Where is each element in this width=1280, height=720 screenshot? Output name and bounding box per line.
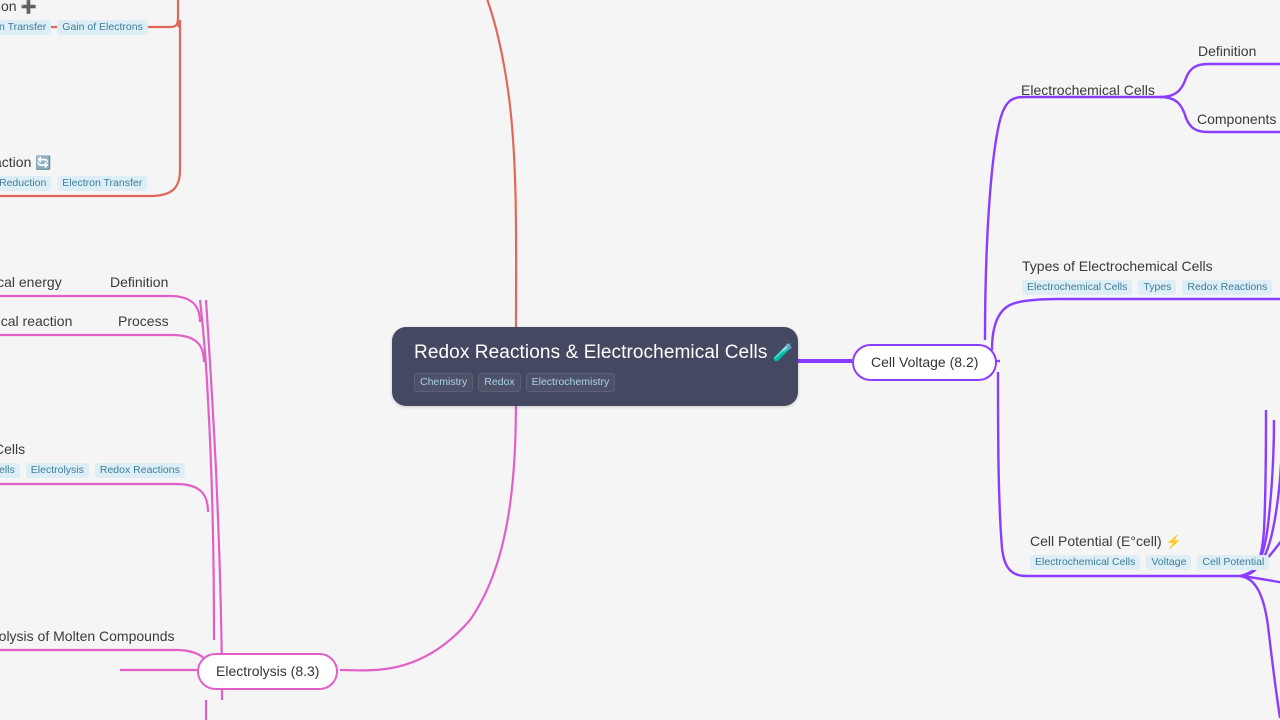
node-reduction-title: tion ➕: [0, 0, 148, 15]
tag-reduction[interactable]: Reduction: [0, 175, 52, 192]
node-components-title: Components: [1197, 111, 1277, 127]
node-cell-potential-title: Cell Potential (E°cell) ⚡: [1030, 533, 1269, 550]
node-redox-reaction[interactable]: action 🔄 Reduction Electron Transfer: [0, 154, 148, 192]
tag-cells[interactable]: ells: [0, 462, 20, 479]
tag-redox-reactions[interactable]: Redox Reactions: [94, 462, 185, 479]
node-types-of-electrochemical-cells[interactable]: Types of Electrochemical Cells Electroch…: [1022, 258, 1273, 296]
node-redox-reaction-text: action: [0, 154, 32, 170]
tag-electrochemical-cells[interactable]: Electrochemical Cells: [1022, 279, 1133, 296]
branch-label-electrolysis: Electrolysis (8.3): [216, 663, 320, 679]
root-tag-redox[interactable]: Redox: [478, 372, 521, 392]
node-cell-potential-tags: Electrochemical Cells Voltage Cell Poten…: [1030, 554, 1270, 571]
tag-electrolysis[interactable]: Electrolysis: [25, 462, 89, 479]
node-reduction[interactable]: tion ➕ n Transfer Gain of Electrons: [0, 0, 148, 36]
node-cell-potential-text: Cell Potential (E°cell): [1030, 533, 1162, 549]
node-definition-top-title: Definition: [1198, 43, 1257, 59]
node-electrochemical-cells[interactable]: Electrochemical Cells: [1021, 82, 1155, 99]
cycle-icon: 🔄: [35, 155, 52, 170]
lightning-icon: ⚡: [1165, 534, 1182, 549]
root-tag-electrochemistry[interactable]: Electrochemistry: [525, 372, 616, 392]
node-reduction-tags: n Transfer Gain of Electrons: [0, 19, 148, 36]
mindmap-canvas: Redox Reactions & Electrochemical Cells …: [0, 0, 1280, 720]
test-tube-icon: 🧪: [772, 343, 795, 362]
node-reduction-text: tion: [0, 0, 17, 14]
branch-label-cell-voltage: Cell Voltage (8.2): [871, 354, 979, 370]
root-tag-list: Chemistry Redox Electrochemistry: [414, 372, 778, 392]
tag-voltage[interactable]: Voltage: [1146, 554, 1192, 571]
node-process-left-title: Process: [118, 313, 169, 329]
node-electrolytic-cells-title: Cells: [0, 441, 26, 457]
node-definition-top[interactable]: Definition: [1198, 43, 1256, 60]
node-process-left-detail[interactable]: mical reaction: [0, 313, 72, 330]
tag-electron-transfer[interactable]: n Transfer: [0, 19, 52, 36]
node-definition-left-title: Definition: [110, 274, 169, 290]
plus-icon: ➕: [20, 0, 37, 14]
root-title-text: Redox Reactions & Electrochemical Cells: [414, 342, 768, 363]
root-title: Redox Reactions & Electrochemical Cells …: [414, 342, 794, 364]
root-node[interactable]: Redox Reactions & Electrochemical Cells …: [392, 327, 798, 406]
node-definition-left[interactable]: Definition: [110, 274, 168, 291]
node-process-left[interactable]: Process: [118, 313, 169, 330]
tag-electron-transfer[interactable]: Electron Transfer: [57, 175, 148, 192]
node-definition-left-detail[interactable]: ical energy: [0, 274, 62, 291]
node-electrolysis-of-molten-compounds-title: rolysis of Molten Compounds: [0, 628, 175, 644]
tag-electrochemical-cells[interactable]: Electrochemical Cells: [1030, 554, 1141, 571]
node-electrolysis-of-molten-compounds[interactable]: rolysis of Molten Compounds: [0, 628, 175, 645]
node-cell-potential[interactable]: Cell Potential (E°cell) ⚡ Electrochemica…: [1030, 533, 1270, 571]
node-definition-left-detail-title: ical energy: [0, 274, 62, 290]
node-redox-reaction-title: action 🔄: [0, 154, 147, 171]
tag-redox-reactions[interactable]: Redox Reactions: [1182, 279, 1273, 296]
root-tag-chemistry[interactable]: Chemistry: [414, 372, 474, 392]
tag-types[interactable]: Types: [1138, 279, 1177, 296]
node-redox-reaction-tags: Reduction Electron Transfer: [0, 175, 148, 192]
node-process-left-detail-title: mical reaction: [0, 313, 73, 329]
node-types-of-electrochemical-cells-tags: Electrochemical Cells Types Redox Reacti…: [1022, 279, 1273, 296]
node-electrolytic-cells[interactable]: Cells ells Electrolysis Redox Reactions: [0, 441, 185, 479]
branch-node-cell-voltage[interactable]: Cell Voltage (8.2): [852, 344, 998, 382]
tag-gain-of-electrons[interactable]: Gain of Electrons: [57, 19, 148, 36]
tag-cell-potential[interactable]: Cell Potential: [1197, 554, 1270, 571]
node-types-of-electrochemical-cells-title: Types of Electrochemical Cells: [1022, 258, 1213, 274]
edge-group-purple: [798, 62, 1280, 719]
node-electrolytic-cells-tags: ells Electrolysis Redox Reactions: [0, 462, 185, 479]
branch-node-electrolysis[interactable]: Electrolysis (8.3): [197, 653, 339, 691]
node-electrochemical-cells-title: Electrochemical Cells: [1021, 82, 1155, 98]
node-components[interactable]: Components: [1197, 111, 1276, 128]
